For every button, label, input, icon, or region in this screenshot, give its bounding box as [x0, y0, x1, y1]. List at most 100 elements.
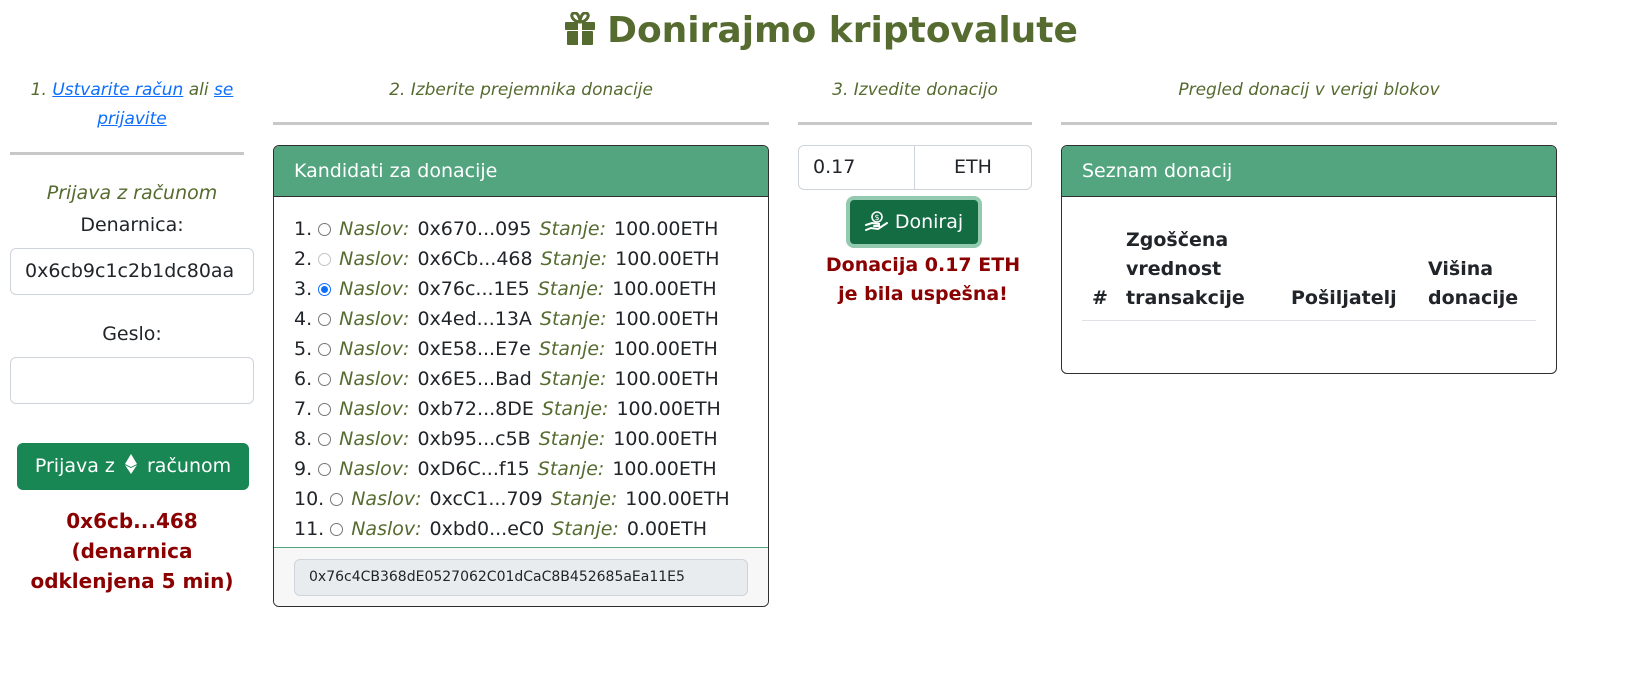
candidate-number: 5. — [294, 338, 313, 360]
candidate-number: 7. — [294, 398, 313, 420]
candidate-address: 0xcC1...709 — [429, 488, 543, 510]
candidate-row[interactable]: 6. Naslov: 0x6E5...Bad Stanje: 100.00ETH — [294, 364, 768, 394]
candidate-radio[interactable] — [318, 342, 332, 356]
address-key: Naslov: — [351, 518, 422, 540]
candidate-number: 10. — [294, 488, 325, 510]
address-key: Naslov: — [351, 488, 422, 510]
candidate-balance: 100.00ETH — [613, 338, 718, 360]
candidate-number: 9. — [294, 458, 313, 480]
wallet-input[interactable]: 0x6cb9c1c2b1dc80aa — [10, 248, 254, 295]
step3-heading: 3. Izvedite donacijo — [832, 80, 998, 100]
login-title: Prijava z računom — [46, 182, 218, 204]
candidate-address: 0x670...095 — [417, 218, 532, 240]
candidate-radio[interactable] — [318, 222, 332, 236]
candidate-number: 2. — [294, 248, 313, 270]
candidate-radio[interactable] — [318, 282, 332, 296]
candidate-balance: 100.00ETH — [614, 218, 719, 240]
title-text: Donirajmo kriptovalute — [607, 10, 1078, 51]
divider — [1061, 122, 1557, 125]
candidate-row[interactable]: 4. Naslov: 0x4ed...13A Stanje: 100.00ETH — [294, 304, 768, 334]
candidate-radio[interactable] — [318, 402, 332, 416]
address-key: Naslov: — [339, 458, 410, 480]
candidate-number: 11. — [294, 518, 325, 540]
balance-key: Stanje: — [539, 368, 607, 390]
candidate-row[interactable]: 11. Naslov: 0xbd0...eC0 Stanje: 0.00ETH — [294, 514, 768, 544]
candidates-header: Kandidati za donacije — [274, 146, 768, 197]
address-key: Naslov: — [339, 308, 410, 330]
balance-key: Stanje: — [552, 518, 619, 540]
selected-address-field[interactable]: 0x76c4CB368dE0527062C01dCaC8B452685aEa11… — [294, 559, 748, 596]
address-key: Naslov: — [339, 398, 410, 420]
candidate-number: 3. — [294, 278, 313, 300]
candidates-list: 1. Naslov: 0x670...095 Stanje: 100.00ETH 2. Na… — [294, 214, 768, 544]
login-link[interactable]: se — [214, 80, 233, 100]
candidate-radio[interactable] — [318, 462, 332, 476]
candidate-address: 0xb95...c5B — [417, 428, 531, 450]
password-label: Geslo: — [102, 323, 162, 345]
create-account-link[interactable]: Ustvarite račun — [52, 80, 183, 100]
donate-button[interactable]: $ Doniraj — [846, 196, 982, 248]
candidate-balance: 100.00ETH — [615, 248, 720, 270]
col-sender: Pošiljatelj — [1291, 287, 1397, 309]
candidate-row[interactable]: 7. Naslov: 0xb72...8DE Stanje: 100.00ETH — [294, 394, 768, 424]
balance-key: Stanje: — [541, 398, 609, 420]
candidate-radio[interactable] — [318, 252, 332, 266]
candidate-balance: 100.00ETH — [625, 488, 730, 510]
donation-message: Donacija 0.17 ETH je bila uspešna! — [825, 254, 1021, 305]
candidate-row[interactable]: 3. Naslov: 0x76c...1E5 Stanje: 100.00ETH — [294, 274, 768, 304]
balance-key: Stanje: — [537, 458, 605, 480]
candidate-number: 8. — [294, 428, 313, 450]
password-input[interactable] — [10, 357, 254, 404]
balance-key: Stanje: — [538, 338, 606, 360]
candidate-row[interactable]: 5. Naslov: 0xE58...E7e Stanje: 100.00ETH — [294, 334, 768, 364]
table-divider — [1082, 320, 1536, 321]
candidate-row[interactable]: 2. Naslov: 0x6Cb...468 Stanje: 100.00ETH — [294, 244, 768, 274]
balance-key: Stanje: — [539, 218, 607, 240]
candidate-address: 0x6E5...Bad — [417, 368, 532, 390]
candidate-radio[interactable] — [330, 492, 344, 506]
amount-input[interactable]: 0.17 — [799, 146, 915, 189]
candidate-balance: 100.00ETH — [614, 368, 719, 390]
candidate-number: 6. — [294, 368, 313, 390]
divider — [798, 122, 1032, 125]
candidates-card: Kandidati za donacije 1. Naslov: 0x670...0… — [273, 145, 769, 607]
candidate-address: 0xE58...E7e — [417, 338, 531, 360]
candidate-radio[interactable] — [330, 522, 344, 536]
step2-heading: 2. Izberite prejemnika donacije — [389, 80, 653, 100]
address-key: Naslov: — [339, 278, 410, 300]
col-hash: Zgoščena vrednost transakcije — [1126, 229, 1245, 309]
balance-key: Stanje: — [538, 428, 606, 450]
candidate-address: 0xD6C...f15 — [417, 458, 530, 480]
candidate-address: 0x4ed...13A — [417, 308, 532, 330]
candidate-address: 0xbd0...eC0 — [429, 518, 545, 540]
candidate-radio[interactable] — [318, 372, 332, 386]
candidate-balance: 100.00ETH — [616, 398, 721, 420]
divider — [273, 122, 769, 125]
balance-key: Stanje: — [540, 248, 608, 270]
candidate-row[interactable]: 1. Naslov: 0x670...095 Stanje: 100.00ETH — [294, 214, 768, 244]
candidate-address: 0x76c...1E5 — [417, 278, 530, 300]
candidate-number: 1. — [294, 218, 313, 240]
address-key: Naslov: — [339, 368, 410, 390]
step4-heading: Pregled donacij v verigi blokov — [1178, 80, 1440, 100]
col-amount: Višina donacije — [1428, 258, 1519, 309]
candidate-row[interactable]: 9. Naslov: 0xD6C...f15 Stanje: 100.00ETH — [294, 454, 768, 484]
candidate-row[interactable]: 10. Naslov: 0xcC1...709 Stanje: 100.00ETH — [294, 484, 768, 514]
address-key: Naslov: — [339, 338, 410, 360]
candidate-radio[interactable] — [318, 432, 332, 446]
candidate-balance: 100.00ETH — [612, 458, 717, 480]
balance-key: Stanje: — [550, 488, 618, 510]
login-link-cont[interactable]: prijavite — [97, 109, 167, 129]
candidate-row[interactable]: 8. Naslov: 0xb95...c5B Stanje: 100.00ETH — [294, 424, 768, 454]
candidate-balance: 100.00ETH — [612, 278, 717, 300]
donations-header: Seznam donacij — [1062, 146, 1556, 197]
login-button[interactable]: Prijava z računom — [17, 443, 249, 490]
address-key: Naslov: — [339, 248, 410, 270]
ethereum-icon — [124, 445, 137, 492]
candidate-radio[interactable] — [318, 312, 332, 326]
wallet-status: 0x6cb...468 (denarnica odklenjena 5 min) — [30, 509, 234, 593]
amount-unit: ETH — [954, 156, 992, 178]
hand-holding-dollar-icon: $ — [864, 203, 889, 247]
candidate-number: 4. — [294, 308, 313, 330]
balance-key: Stanje: — [539, 308, 607, 330]
